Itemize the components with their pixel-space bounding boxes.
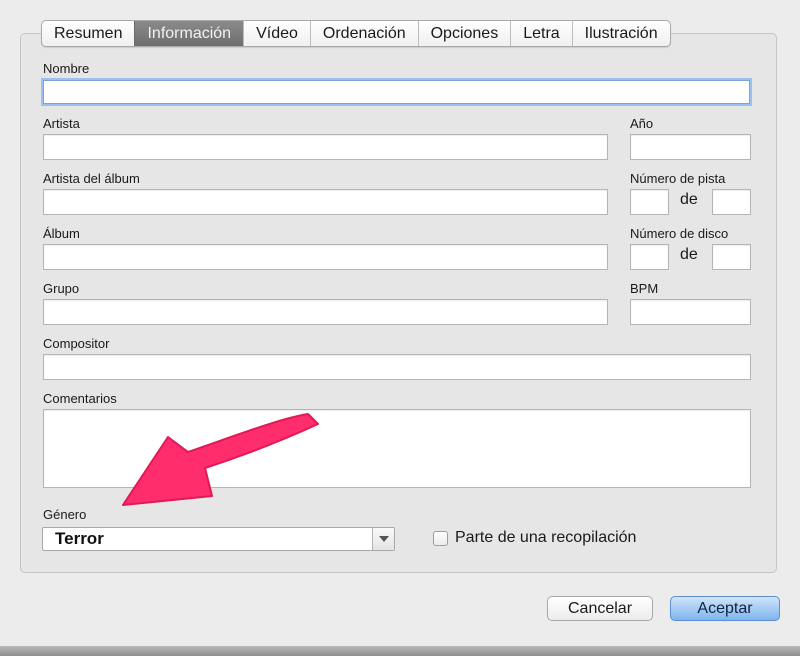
de-disco-label: de: [680, 246, 698, 263]
get-info-dialog: Resumen Información Vídeo Ordenación Opc…: [0, 0, 800, 648]
chevron-down-icon[interactable]: [372, 528, 394, 550]
album-field[interactable]: [43, 244, 608, 270]
tab-resumen[interactable]: Resumen: [42, 21, 134, 46]
genero-select[interactable]: Terror: [42, 527, 395, 551]
recopilacion-label[interactable]: Parte de una recopilación: [455, 529, 636, 547]
total-discos-field[interactable]: [712, 244, 751, 270]
tab-letra[interactable]: Letra: [510, 21, 571, 46]
grupo-field[interactable]: [43, 299, 608, 325]
ok-button[interactable]: Aceptar: [670, 596, 780, 621]
tab-opciones[interactable]: Opciones: [417, 21, 511, 46]
artista-field[interactable]: [43, 134, 608, 160]
window-bottom-edge: [0, 646, 800, 656]
artista-album-label: Artista del álbum: [43, 171, 140, 186]
tab-ilustracion[interactable]: Ilustración: [571, 21, 670, 46]
comentarios-label: Comentarios: [43, 391, 117, 406]
genero-value: Terror: [55, 529, 104, 548]
numero-pista-field[interactable]: [630, 189, 669, 215]
compositor-field[interactable]: [43, 354, 751, 380]
numero-disco-field[interactable]: [630, 244, 669, 270]
comentarios-field[interactable]: [43, 409, 751, 488]
compositor-label: Compositor: [43, 336, 110, 351]
numero-pista-label: Número de pista: [630, 171, 726, 186]
bpm-label: BPM: [630, 281, 659, 296]
total-pistas-field[interactable]: [712, 189, 751, 215]
tab-bar: Resumen Información Vídeo Ordenación Opc…: [41, 20, 671, 47]
anio-label: Año: [630, 116, 654, 131]
nombre-field[interactable]: [43, 80, 750, 104]
artista-album-field[interactable]: [43, 189, 608, 215]
tab-ordenacion[interactable]: Ordenación: [309, 21, 418, 46]
tab-video[interactable]: Vídeo: [243, 21, 310, 46]
artista-label: Artista: [43, 116, 80, 131]
de-pista-label: de: [680, 191, 698, 208]
tab-informacion[interactable]: Información: [134, 21, 244, 46]
nombre-label: Nombre: [43, 61, 90, 76]
anio-field[interactable]: [630, 134, 751, 160]
genero-label: Género: [43, 507, 87, 522]
grupo-label: Grupo: [43, 281, 80, 296]
bpm-field[interactable]: [630, 299, 751, 325]
cancel-button[interactable]: Cancelar: [547, 596, 653, 621]
recopilacion-checkbox[interactable]: [433, 531, 448, 546]
numero-disco-label: Número de disco: [630, 226, 729, 241]
album-label: Álbum: [43, 226, 80, 241]
